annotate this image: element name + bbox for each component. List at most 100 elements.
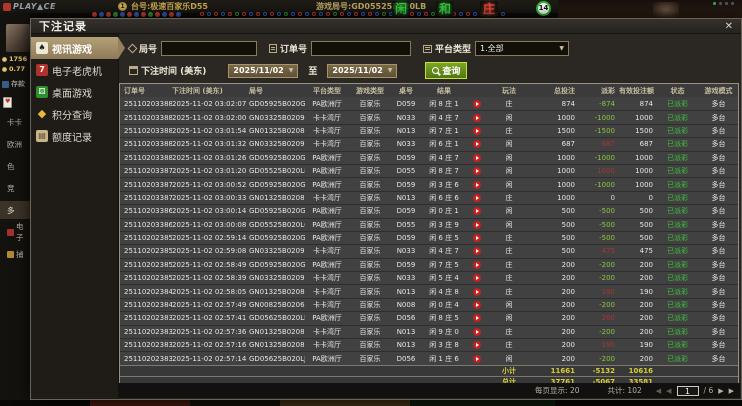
cell-replay: [467, 207, 487, 216]
replay-icon[interactable]: [473, 99, 481, 108]
road-ring: [354, 12, 358, 16]
search-button[interactable]: 查询: [425, 62, 468, 79]
cell-result: 闲 6 庄 5: [429, 234, 459, 243]
cell-result: 闲 1 庄 6: [429, 354, 459, 363]
cell-order: 251102033866643: [124, 220, 172, 229]
cell-result: 闲 6 庄 6: [429, 193, 459, 202]
replay-icon[interactable]: [473, 247, 481, 256]
replay-icon[interactable]: [473, 193, 481, 202]
cell-tableno: N033: [396, 247, 416, 256]
round-input[interactable]: [161, 41, 258, 56]
replay-icon[interactable]: [473, 167, 481, 176]
cell-game: 百家乐: [359, 153, 381, 162]
cell-platform: 卡卡湾厅: [313, 301, 341, 310]
cell-round: GN01325B0208L: [249, 193, 305, 202]
page-input[interactable]: 1: [676, 385, 699, 396]
sidebar-item-dice[interactable]: 桌面游戏: [31, 81, 118, 103]
dice-icon: [36, 86, 48, 98]
cell-play: 庄: [505, 260, 513, 269]
cell-order: 251102023841631: [124, 301, 172, 310]
cell-play: 闲: [505, 314, 513, 323]
replay-icon[interactable]: [473, 301, 481, 310]
cell-order: 251102033879120: [124, 167, 172, 176]
replay-icon[interactable]: [473, 287, 481, 296]
cell-order: 251102023835357: [124, 354, 172, 363]
replay-icon[interactable]: [473, 113, 481, 122]
hall-item[interactable]: 电子: [0, 222, 30, 242]
date-to-picker[interactable]: 2025/11/02 ▼: [327, 63, 398, 78]
deposit-button[interactable]: 存款: [2, 79, 25, 89]
replay-icon[interactable]: [473, 180, 481, 189]
sidebar-item-note[interactable]: 额度记录: [31, 125, 118, 147]
road-ring: [214, 12, 218, 16]
cell-round: GD05925B020GC: [249, 234, 305, 243]
cell-result: 闲 0 庄 1: [429, 207, 459, 216]
hall-item[interactable]: 多: [0, 201, 30, 219]
road-dot: [134, 12, 139, 17]
cell-replay: [467, 153, 487, 162]
prev-page-icon[interactable]: ◀: [666, 387, 671, 395]
fish-icon: [7, 250, 14, 258]
date-from-picker[interactable]: 2025/11/02 ▼: [228, 63, 299, 78]
hall-item[interactable]: 捕: [0, 245, 30, 263]
cell-status: 已派彩: [667, 153, 688, 162]
sidebar-item-cards[interactable]: 视讯游戏: [31, 37, 125, 59]
cell-replay: [467, 220, 487, 229]
road-dot: [113, 12, 118, 17]
replay-icon[interactable]: [473, 126, 481, 135]
cell-time: 2025-11-02 02:57:49: [172, 301, 247, 310]
first-page-icon[interactable]: ◀: [656, 387, 661, 395]
replay-icon[interactable]: [473, 207, 481, 216]
road-ring: [263, 12, 267, 16]
col-header-bet: 总投注: [554, 86, 575, 95]
cell-mode: 多台: [711, 314, 726, 323]
cell-replay: [467, 260, 487, 269]
cell-platform: 卡卡湾厅: [313, 126, 341, 135]
cell-round: GD05925B020GG: [249, 99, 305, 108]
cell-bet: 1000: [557, 193, 575, 202]
hall-item[interactable]: 色: [0, 157, 30, 175]
hall-item[interactable]: 竞: [0, 179, 30, 197]
cell-mode: 多台: [711, 99, 726, 108]
table-row: 2511020238416312025-11-02 02:57:49GN0082…: [120, 297, 738, 312]
cell-payout: -200: [599, 301, 615, 310]
replay-icon[interactable]: [473, 327, 481, 336]
cell-valid: 874: [639, 99, 653, 108]
sidebar-item-label: 积分查询: [52, 110, 92, 122]
cell-status: 已派彩: [667, 126, 688, 135]
chevron-down-icon: ▼: [288, 67, 294, 74]
replay-icon[interactable]: [473, 314, 481, 323]
road-dot: [176, 12, 181, 17]
sidebar-item-gem[interactable]: 积分查询: [31, 103, 118, 125]
cell-valid: 1000: [635, 153, 653, 162]
replay-icon[interactable]: [473, 354, 481, 363]
replay-icon[interactable]: [473, 260, 481, 269]
hall-item[interactable]: 卡卡: [0, 113, 30, 131]
replay-icon[interactable]: [473, 220, 481, 229]
cell-time: 2025-11-02 03:01:26: [172, 153, 247, 162]
cell-tableno: D056: [396, 354, 416, 363]
next-page-icon[interactable]: ▶: [718, 387, 723, 395]
hall-item[interactable]: 欧洲: [0, 135, 30, 153]
replay-icon[interactable]: [473, 341, 481, 350]
road-ring: [221, 12, 225, 16]
sidebar-item-label: 视讯游戏: [52, 44, 92, 56]
subtotal-payout: -5132: [592, 366, 615, 375]
cell-payout: 475: [601, 247, 615, 256]
replay-icon[interactable]: [473, 234, 481, 243]
col-header-play: 玩法: [502, 86, 516, 95]
cell-round: GN01325B0208O: [249, 126, 305, 135]
platform-select[interactable]: 1.全部 ▼: [475, 41, 570, 56]
road-ring: [256, 12, 260, 16]
cell-valid: 1000: [635, 180, 653, 189]
order-input[interactable]: [311, 41, 412, 56]
replay-icon[interactable]: [473, 140, 481, 149]
close-icon[interactable]: ✕: [725, 20, 733, 33]
video-status-dots: [713, 2, 734, 5]
last-page-icon[interactable]: ▶: [729, 387, 734, 395]
replay-icon[interactable]: [473, 274, 481, 283]
replay-icon[interactable]: [473, 153, 481, 162]
cell-payout: -1000: [594, 113, 615, 122]
cell-result: 闲 0 庄 4: [429, 301, 459, 310]
sidebar-item-slot[interactable]: 电子老虎机: [31, 59, 118, 81]
